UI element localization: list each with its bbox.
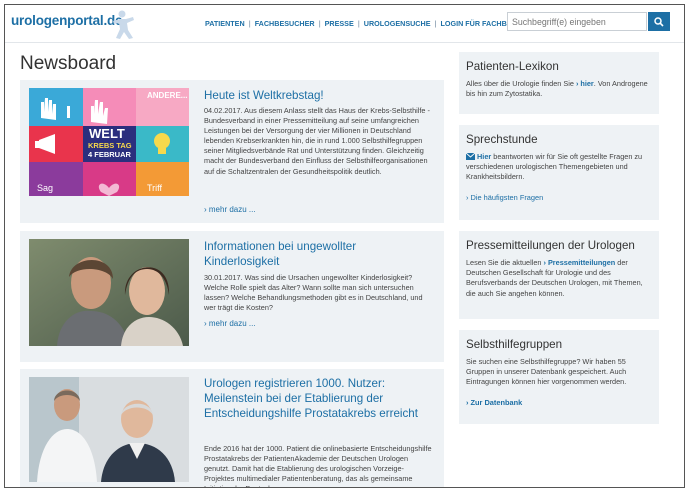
- sidebar-pressemitteilungen: Pressemitteilungen der Urologen Lesen Si…: [459, 231, 659, 319]
- more-link[interactable]: › mehr dazu ...: [204, 205, 256, 214]
- faq-link[interactable]: › Die häufigsten Fragen: [466, 193, 652, 202]
- article-teaser: 04.02.2017. Aus diesem Anlass stellt das…: [204, 106, 430, 176]
- sidebar-patienten-lexikon: Patienten-Lexikon Alles über die Urologi…: [459, 52, 659, 114]
- lexikon-link[interactable]: › hier: [576, 79, 594, 88]
- article-headline[interactable]: Informationen bei ungewollter Kinderlosi…: [204, 239, 404, 269]
- sidebar-text: Sie suchen eine Selbsthilfegruppe? Wir h…: [466, 357, 627, 387]
- image-text-andere: ANDERE...: [147, 91, 187, 100]
- article-headline[interactable]: Urologen registrieren 1000. Nutzer: Meil…: [204, 376, 419, 421]
- image-text-welt: WELT: [89, 126, 125, 141]
- image-text-krebstag: KREBS TAG: [88, 141, 132, 150]
- mail-icon: [465, 152, 476, 160]
- article-teaser: Ende 2016 hat der 1000. Patient die onli…: [204, 444, 432, 487]
- page-title: Newsboard: [20, 53, 117, 74]
- sidebar-title: Selbsthilfegruppen: [466, 338, 563, 351]
- sidebar-title: Patienten-Lexikon: [466, 60, 559, 73]
- search-input[interactable]: [507, 12, 647, 31]
- logo-figure-icon: [113, 10, 134, 39]
- article-headline[interactable]: Heute ist Weltkrebstag!: [204, 88, 434, 103]
- datenbank-link[interactable]: › Zur Datenbank: [466, 398, 652, 407]
- image-text-sag: Sag: [37, 183, 53, 193]
- news-card: Informationen bei ungewollter Kinderlosi…: [20, 231, 444, 362]
- sidebar-text: Alles über die Urologie finden Sie › hie…: [466, 79, 648, 99]
- pressemitteilungen-link[interactable]: › Pressemitteilungen: [543, 258, 615, 267]
- image-text-date: 4 FEBRUAR: [88, 150, 132, 159]
- couple-photo[interactable]: [29, 239, 189, 346]
- sidebar-text: Lesen Sie die aktuellen › Pressemitteilu…: [466, 258, 643, 298]
- more-link[interactable]: › mehr dazu ...: [204, 319, 256, 328]
- site-header: urologenportal.de PATIENTEN | FACHBESUCH…: [5, 5, 684, 43]
- nav-item-urologensuche[interactable]: UROLOGENSUCHE: [360, 19, 435, 28]
- doctor-patient-photo[interactable]: [29, 377, 189, 482]
- search-button[interactable]: [648, 12, 670, 31]
- news-card: WELT KREBS TAG 4 FEBRUAR ANDERE... Sag T…: [20, 80, 444, 223]
- main-nav: PATIENTEN | FACHBESUCHER | PRESSE | UROL…: [201, 19, 546, 28]
- article-teaser: 30.01.2017. Was sind die Ursachen ungewo…: [204, 273, 423, 313]
- nav-item-fachbesucher[interactable]: FACHBESUCHER: [251, 19, 319, 28]
- nav-item-patienten[interactable]: PATIENTEN: [201, 19, 249, 28]
- nav-item-presse[interactable]: PRESSE: [321, 19, 358, 28]
- sidebar-text: Hier beantworten wir für Sie oft gestell…: [465, 152, 643, 182]
- sidebar-sprechstunde: Sprechstunde Hier beantworten wir für Si…: [459, 125, 659, 220]
- browser-frame: urologenportal.de PATIENTEN | FACHBESUCH…: [4, 4, 685, 488]
- search-icon: [654, 16, 664, 27]
- sidebar-title: Sprechstunde: [466, 133, 538, 146]
- site-logo[interactable]: urologenportal.de: [11, 13, 123, 28]
- sidebar-title: Pressemitteilungen der Urologen: [466, 239, 635, 252]
- sprechstunde-link[interactable]: Hier: [477, 152, 491, 161]
- news-card: Urologen registrieren 1000. Nutzer: Meil…: [20, 369, 444, 487]
- sidebar-selbsthilfegruppen: Selbsthilfegruppen Sie suchen eine Selbs…: [459, 330, 659, 424]
- image-text-triff: Triff: [147, 183, 162, 193]
- weltkrebstag-image[interactable]: WELT KREBS TAG 4 FEBRUAR ANDERE... Sag T…: [29, 88, 189, 196]
